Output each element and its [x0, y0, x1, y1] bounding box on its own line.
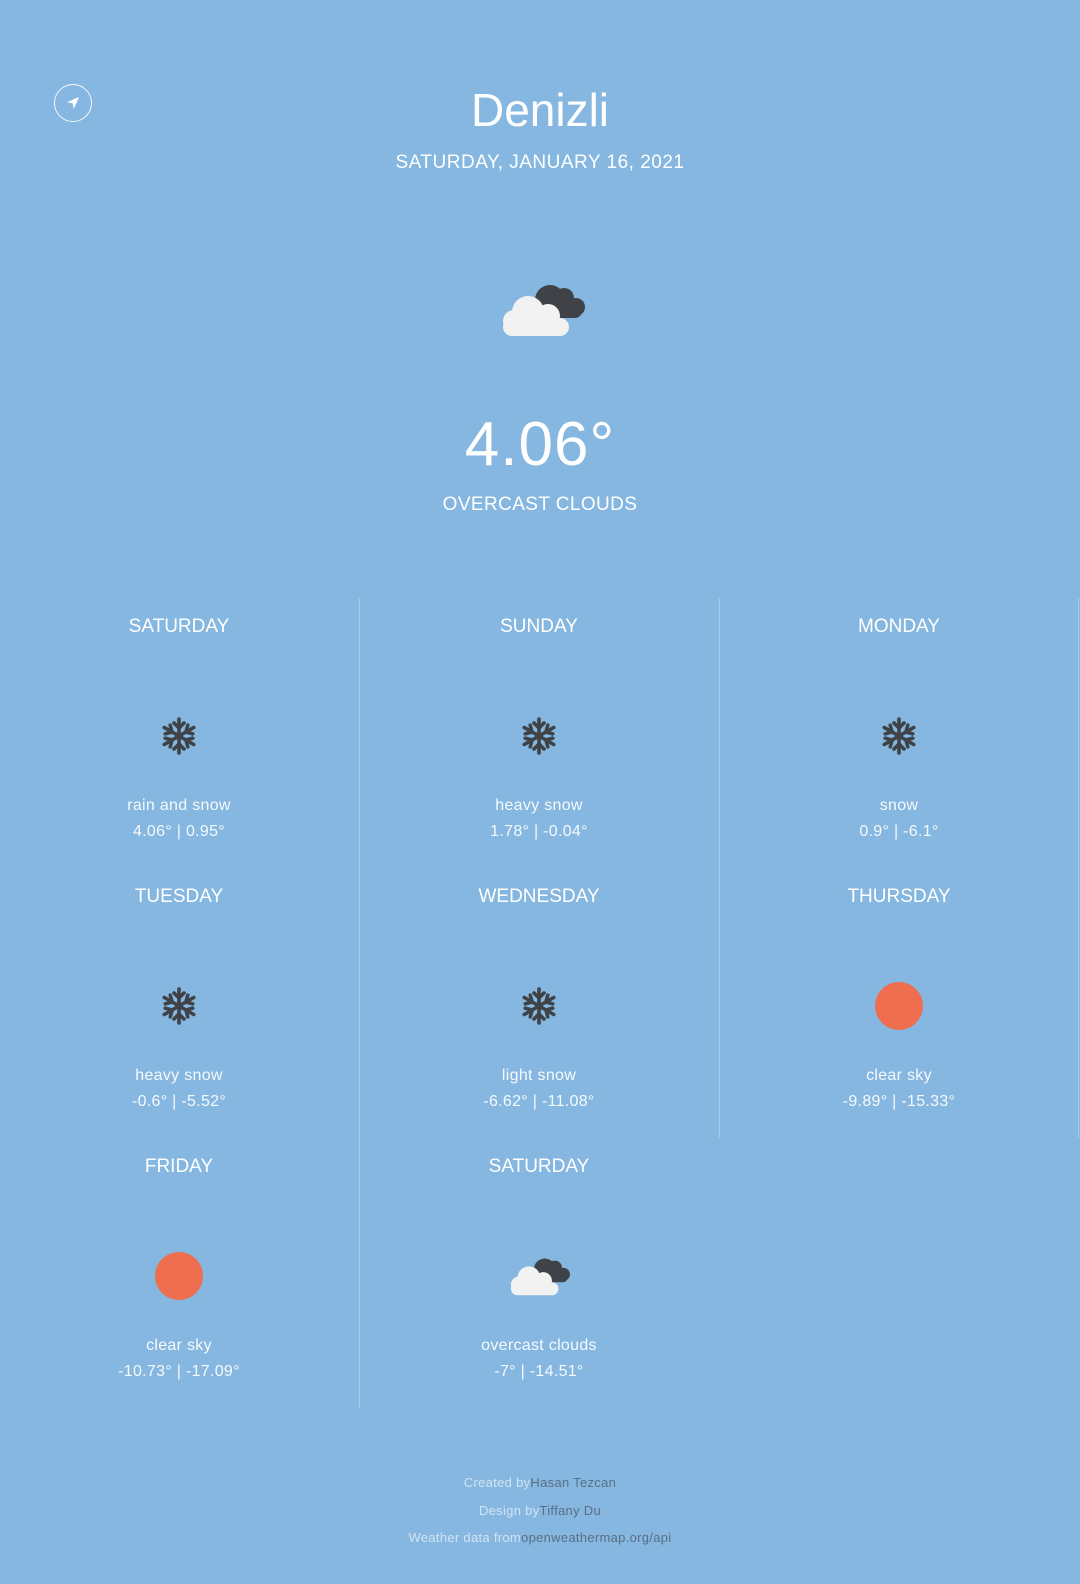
forecast-day-name: SATURDAY [128, 616, 230, 637]
forecast-temperatures: -9.89° | -15.33° [842, 1093, 956, 1110]
forecast-day: SATURDAY rain and snow 4.06° | 0.95° [0, 598, 358, 868]
current-description: OVERCAST CLOUDS [442, 494, 638, 515]
designer-link[interactable]: Tiffany Du [539, 1503, 601, 1518]
current-temperature: 4.06° [464, 410, 616, 479]
forecast-day-name: MONDAY [858, 616, 940, 637]
footer-created-by: Created byHasan Tezcan [0, 1474, 1080, 1492]
design-by-label: Design by [478, 1503, 540, 1518]
forecast-temperatures: 0.9° | -6.1° [859, 823, 939, 840]
forecast-temperatures: -7° | -14.51° [494, 1363, 584, 1380]
forecast-description: clear sky [866, 1067, 932, 1084]
forecast-description: snow [879, 797, 919, 814]
forecast-temperatures: -6.62° | -11.08° [483, 1093, 595, 1110]
forecast-day-name: WEDNESDAY [478, 886, 600, 907]
current-date: SATURDAY, JANUARY 16, 2021 [395, 152, 685, 173]
snowflake-icon [859, 710, 939, 762]
snowflake-icon [139, 710, 219, 762]
forecast-day-name: THURSDAY [847, 886, 951, 907]
creator-link[interactable]: Hasan Tezcan [530, 1475, 616, 1490]
sun-icon [139, 1250, 219, 1302]
forecast-day: SUNDAY heavy snow 1.78° | -0.04° [360, 598, 718, 868]
forecast-day-name: FRIDAY [144, 1156, 214, 1177]
forecast-description: heavy snow [135, 1067, 223, 1084]
data-from-label: Weather data from [408, 1530, 522, 1545]
forecast-day: SATURDAY overcast clouds -7° | -14.51° [360, 1138, 718, 1408]
forecast-description: light snow [501, 1067, 577, 1084]
snowflake-icon [499, 980, 579, 1032]
forecast-day-name: SUNDAY [500, 616, 578, 637]
forecast-description: rain and snow [127, 797, 231, 814]
forecast-description: clear sky [146, 1337, 212, 1354]
forecast-day-name: SATURDAY [488, 1156, 590, 1177]
forecast-description: overcast clouds [481, 1337, 597, 1354]
overcast-clouds-icon [499, 1250, 579, 1302]
openweathermap-link[interactable]: openweathermap.org/api [521, 1530, 671, 1545]
forecast-temperatures: -10.73° | -17.09° [118, 1363, 240, 1380]
forecast-day: THURSDAY clear sky -9.89° | -15.33° [720, 868, 1078, 1138]
forecast-temperatures: 4.06° | 0.95° [132, 823, 226, 840]
snowflake-icon [499, 710, 579, 762]
sun-icon [859, 980, 939, 1032]
forecast-temperatures: 1.78° | -0.04° [490, 823, 588, 840]
forecast-description: heavy snow [495, 797, 583, 814]
forecast-temperatures: -0.6° | -5.52° [131, 1093, 227, 1110]
created-by-label: Created by [463, 1475, 531, 1490]
footer-design-by: Design byTiffany Du [0, 1502, 1080, 1520]
footer-data-source: Weather data fromopenweathermap.org/api [0, 1529, 1080, 1547]
forecast-day: MONDAY snow 0.9° | -6.1° [720, 598, 1078, 868]
overcast-clouds-icon [492, 276, 592, 344]
snowflake-icon [139, 980, 219, 1032]
forecast-grid: SATURDAY rain and snow 4.06° | 0.95° SUN… [0, 598, 1080, 1408]
forecast-day: WEDNESDAY light snow -6.62° | -11.08° [360, 868, 718, 1138]
column-divider [1078, 598, 1079, 1138]
city-name: Denizli [470, 84, 610, 136]
forecast-day-name: TUESDAY [134, 886, 224, 907]
forecast-day: TUESDAY heavy snow -0.6° | -5.52° [0, 868, 358, 1138]
forecast-day: FRIDAY clear sky -10.73° | -17.09° [0, 1138, 358, 1408]
